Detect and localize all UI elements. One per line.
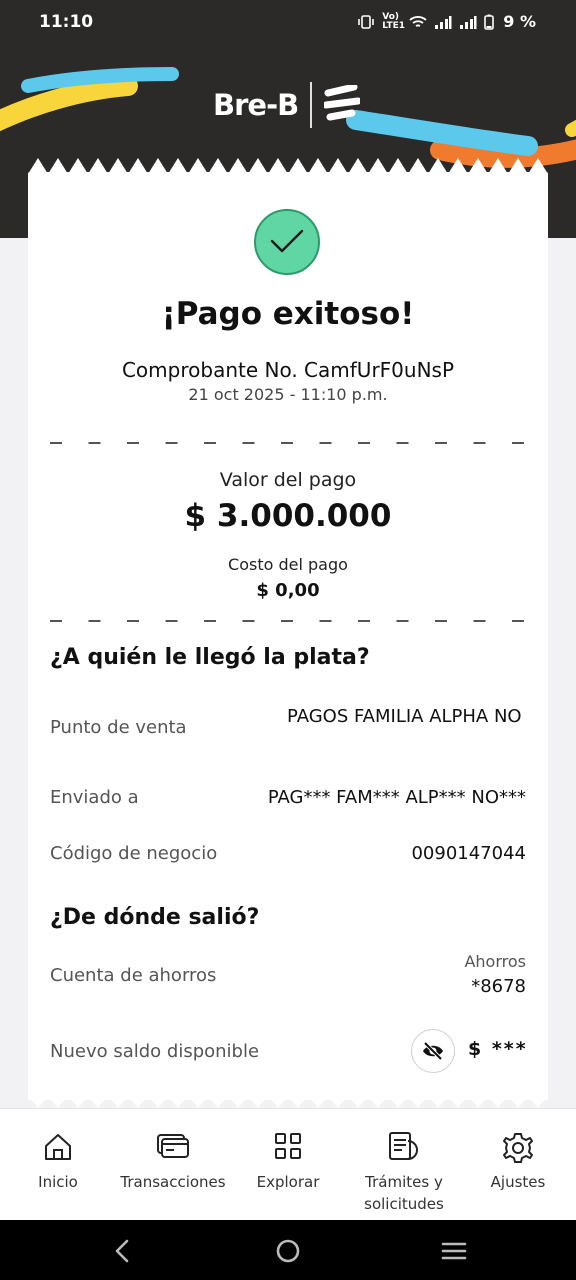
bottom-navigation: Inicio Transacciones Explorar Trámites y… <box>0 1108 576 1220</box>
grid-icon <box>275 1133 301 1159</box>
payment-amount-label: Valor del pago <box>219 469 357 491</box>
sent-to-label: Enviado a <box>50 787 139 808</box>
new-balance-label: Nuevo saldo disponible <box>50 1041 260 1062</box>
receipt-card: ¡Pago exitoso! Comprobante No. CamfUrF0u… <box>28 172 548 1100</box>
page-title: ¡Pago exitoso! <box>161 296 415 332</box>
status-icons: Vo) LTE1 9 % <box>357 12 536 31</box>
nav-item-inicio[interactable]: Inicio <box>18 1109 98 1221</box>
check-icon <box>270 229 304 253</box>
nav-item-tramites[interactable]: Trámites y solicitudes <box>346 1109 462 1221</box>
recipient-section-title: ¿A quién le llegó la plata? <box>50 645 370 670</box>
source-section-title: ¿De dónde salió? <box>50 905 260 930</box>
recents-icon[interactable] <box>441 1238 467 1264</box>
divider <box>50 620 526 622</box>
wifi-icon <box>409 15 427 27</box>
brand-logo: Bre-B <box>213 82 361 128</box>
nav-item-explorar[interactable]: Explorar <box>246 1109 330 1221</box>
payment-fee: $ 0,00 <box>256 580 320 601</box>
brand-name: Bre-B <box>213 88 299 122</box>
gear-icon <box>503 1133 533 1163</box>
business-code-label: Código de negocio <box>50 843 218 864</box>
status-bar: 11:10 Vo) LTE1 9 % <box>0 0 576 46</box>
cards-icon <box>157 1134 189 1158</box>
brand-mark-icon <box>324 85 361 121</box>
receipt-number: Comprobante No. CamfUrF0uNsP <box>121 358 455 382</box>
battery-percent: 9 % <box>503 12 536 31</box>
payment-amount: $ 3.000.000 <box>184 498 392 534</box>
new-balance-value: $ *** <box>468 1038 528 1060</box>
point-of-sale-value: PAGOS FAMILIA ALPHA NO <box>287 706 522 727</box>
battery-icon <box>484 14 495 30</box>
nav-label-inicio: Inicio <box>38 1173 78 1191</box>
nav-label-transacciones: Transacciones <box>120 1173 226 1191</box>
point-of-sale-label: Punto de venta <box>50 717 187 738</box>
signal-icon <box>435 15 452 29</box>
vibrate-icon <box>358 14 375 29</box>
status-time: 11:10 <box>39 12 94 32</box>
eye-off-icon <box>423 1041 443 1061</box>
account-type: Ahorros <box>464 952 526 971</box>
toggle-balance-visibility-button[interactable] <box>411 1029 455 1073</box>
savings-account-label: Cuenta de ahorros <box>50 965 217 986</box>
system-navigation-bar <box>0 1220 576 1280</box>
nav-item-ajustes[interactable]: Ajustes <box>478 1109 558 1221</box>
success-badge <box>254 209 320 275</box>
signal-icon-2 <box>460 15 477 29</box>
nav-item-transacciones[interactable]: Transacciones <box>118 1109 228 1221</box>
divider <box>50 442 526 444</box>
network-label: Vo) LTE1 <box>382 11 406 31</box>
home-circle-icon[interactable] <box>275 1238 301 1264</box>
brand-separator <box>310 82 313 128</box>
sent-to-value: PAG*** FAM*** ALP*** NO*** <box>267 787 526 808</box>
nav-label-tramites: Trámites y solicitudes <box>364 1173 444 1213</box>
nav-label-explorar: Explorar <box>256 1173 320 1191</box>
back-icon[interactable] <box>112 1238 132 1264</box>
business-code-value: 0090147044 <box>411 843 526 864</box>
home-icon <box>45 1134 71 1160</box>
receipt-date: 21 oct 2025 - 11:10 p.m. <box>188 385 388 404</box>
account-number: *8678 <box>471 976 526 997</box>
nav-label-ajustes: Ajustes <box>490 1173 546 1191</box>
payment-fee-label: Costo del pago <box>228 555 348 574</box>
documents-icon <box>389 1132 418 1160</box>
